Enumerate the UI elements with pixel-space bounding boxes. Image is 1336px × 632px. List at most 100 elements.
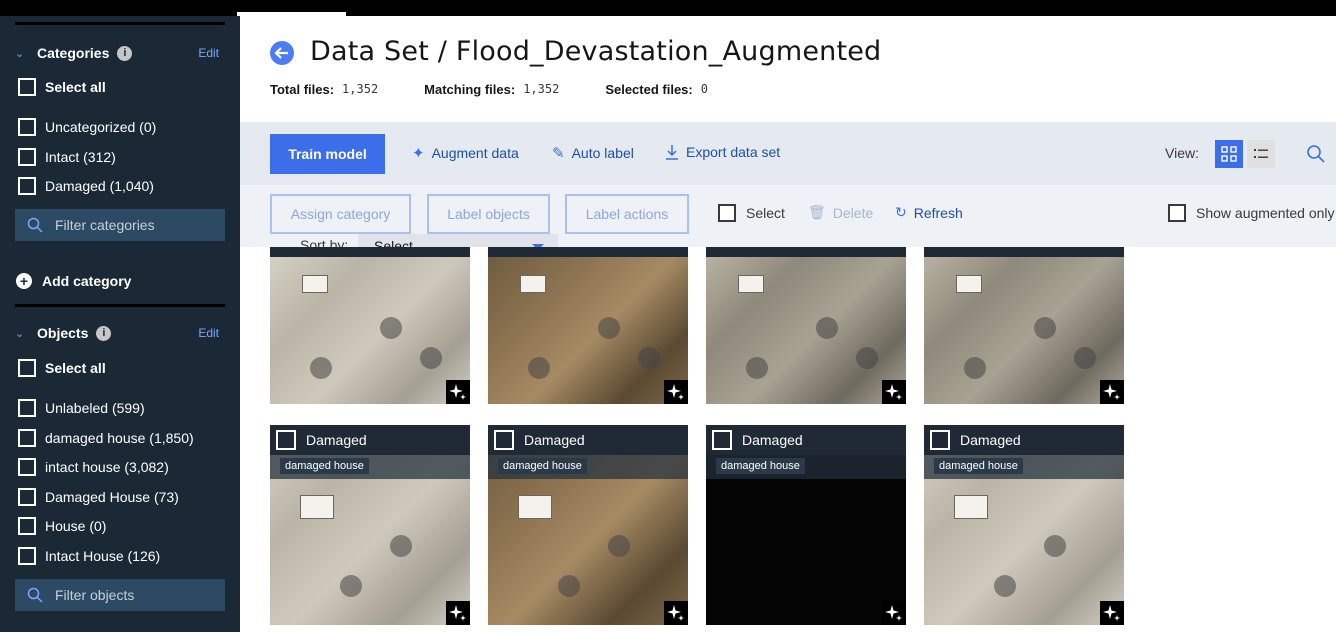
list-icon <box>1254 149 1268 158</box>
category-item[interactable]: Intact (312) <box>18 147 116 167</box>
thumbnail-image <box>924 247 1124 404</box>
checkbox[interactable] <box>18 399 36 417</box>
train-model-button[interactable]: Train model <box>270 134 385 174</box>
refresh-button[interactable]: ↻ Refresh <box>895 204 963 221</box>
sparkle-icon: ✦ <box>412 145 425 162</box>
tile-category: Damaged <box>524 432 585 448</box>
object-item[interactable]: intact house (3,082) <box>18 457 169 477</box>
tile-header: Damaged <box>924 425 1124 455</box>
object-tag: damaged house <box>716 458 805 474</box>
objects-header: ⌄ Objects i Edit <box>15 323 225 343</box>
checkbox[interactable] <box>18 148 36 166</box>
image-tile[interactable] <box>270 247 470 404</box>
checkbox[interactable] <box>18 118 36 136</box>
image-tile[interactable] <box>488 247 688 404</box>
thumbnail-image <box>270 247 470 404</box>
checkbox[interactable] <box>18 429 36 447</box>
checkbox[interactable] <box>18 359 36 377</box>
object-tag: damaged house <box>498 458 587 474</box>
refresh-icon: ↻ <box>895 204 907 220</box>
checkbox[interactable] <box>18 177 36 195</box>
object-item[interactable]: Damaged House (73) <box>18 487 179 507</box>
auto-label-button[interactable]: ✎ Auto label <box>552 144 634 162</box>
image-tile[interactable]: Damaged damaged house <box>706 425 906 625</box>
sparkle-icon <box>882 380 906 404</box>
tile-category: Damaged <box>742 432 803 448</box>
page-title: Data Set / Flood_Devastation_Augmented <box>310 36 882 67</box>
sidebar-divider <box>15 22 225 25</box>
delete-button[interactable]: 🗑 Delete <box>808 204 873 221</box>
checkbox[interactable] <box>18 547 36 565</box>
sidebar-divider <box>15 304 225 307</box>
label-objects-button[interactable]: Label objects <box>427 194 550 234</box>
tile-category: Damaged <box>306 432 367 448</box>
chevron-down-icon[interactable]: ⌄ <box>15 47 29 60</box>
tile-checkbox[interactable] <box>494 430 514 450</box>
select-checkbox[interactable]: Select <box>718 204 785 222</box>
label-actions-button[interactable]: Label actions <box>565 194 689 234</box>
sparkle-icon <box>1100 601 1124 625</box>
chevron-down-icon[interactable]: ⌄ <box>15 327 29 340</box>
thumbnail-image <box>706 247 906 404</box>
category-item[interactable]: Damaged (1,040) <box>18 176 154 196</box>
back-button[interactable] <box>270 41 294 65</box>
category-item[interactable]: Uncategorized (0) <box>18 117 156 137</box>
page-header: Data Set / Flood_Devastation_Augmented T… <box>240 16 1336 122</box>
tile-header: Damaged <box>270 425 470 455</box>
tile-header: Damaged <box>706 425 906 455</box>
plus-icon: + <box>16 273 32 289</box>
checkbox[interactable] <box>18 78 36 96</box>
object-item[interactable]: damaged house (1,850) <box>18 428 194 448</box>
objects-title: Objects <box>37 325 89 341</box>
image-tile[interactable]: Damaged damaged house <box>924 425 1124 625</box>
categories-title: Categories <box>37 45 110 61</box>
image-tile[interactable] <box>924 247 1124 404</box>
sparkle-icon <box>446 601 470 625</box>
augment-data-button[interactable]: ✦ Augment data <box>412 144 519 162</box>
top-bar <box>0 0 1336 16</box>
categories-header: ⌄ Categories i Edit <box>15 43 225 63</box>
search-icon[interactable] <box>1306 144 1326 164</box>
object-tag: damaged house <box>280 458 369 474</box>
tile-category: Damaged <box>960 432 1021 448</box>
sparkle-icon <box>446 380 470 404</box>
tile-checkbox[interactable] <box>712 430 732 450</box>
image-tile[interactable]: Damaged damaged house <box>270 425 470 625</box>
add-category-button[interactable]: + Add category <box>16 273 131 289</box>
arrow-left-icon <box>274 47 288 59</box>
object-item[interactable]: House (0) <box>18 516 106 536</box>
tile-header: Damaged <box>488 425 688 455</box>
checkbox[interactable] <box>1168 204 1186 222</box>
checkbox[interactable] <box>718 204 736 222</box>
show-augmented-checkbox[interactable]: Show augmented only <box>1168 204 1335 222</box>
checkbox[interactable] <box>18 517 36 535</box>
image-grid: Damaged damaged house Damaged damaged ho… <box>240 247 1336 632</box>
categories-edit-link[interactable]: Edit <box>198 46 219 60</box>
export-data-set-button[interactable]: Export data set <box>665 144 780 160</box>
filter-categories-input[interactable]: Filter categories <box>15 209 225 241</box>
object-item[interactable]: Unlabeled (599) <box>18 398 145 418</box>
info-icon[interactable]: i <box>117 45 133 61</box>
image-tile[interactable] <box>706 247 906 404</box>
filter-objects-input[interactable]: Filter objects <box>15 579 225 611</box>
assign-category-button[interactable]: Assign category <box>270 194 411 234</box>
sparkle-icon <box>664 380 688 404</box>
trash-icon: 🗑 <box>808 204 826 220</box>
image-tile[interactable]: Damaged damaged house <box>488 425 688 625</box>
list-view-button[interactable] <box>1247 140 1275 168</box>
thumbnail-image <box>488 247 688 404</box>
sparkle-icon <box>882 601 906 625</box>
grid-view-button[interactable] <box>1215 140 1243 168</box>
primary-toolbar: Train model ✦ Augment data ✎ Auto label Ex… <box>240 122 1336 185</box>
objects-edit-link[interactable]: Edit <box>198 326 219 340</box>
checkbox[interactable] <box>18 458 36 476</box>
sparkle-icon <box>1100 380 1124 404</box>
info-icon[interactable]: i <box>96 325 112 341</box>
object-item[interactable]: Intact House (126) <box>18 546 160 566</box>
checkbox[interactable] <box>18 488 36 506</box>
tile-checkbox[interactable] <box>276 430 296 450</box>
tile-checkbox[interactable] <box>930 430 950 450</box>
categories-select-all[interactable]: Select all <box>18 77 106 97</box>
object-tag: damaged house <box>934 458 1023 474</box>
objects-select-all[interactable]: Select all <box>18 358 106 378</box>
